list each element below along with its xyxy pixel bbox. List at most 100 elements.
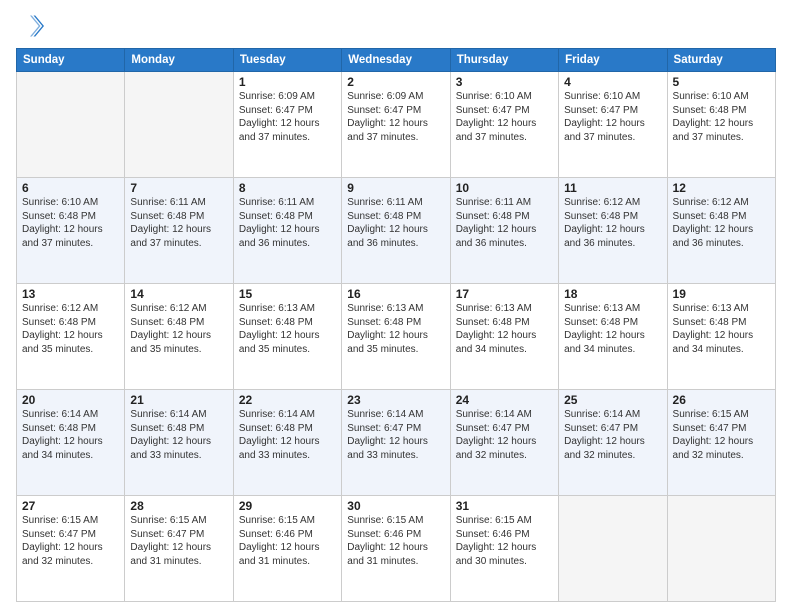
calendar-cell: 8Sunrise: 6:11 AM Sunset: 6:48 PM Daylig… — [233, 178, 341, 284]
calendar-cell: 15Sunrise: 6:13 AM Sunset: 6:48 PM Dayli… — [233, 284, 341, 390]
day-info: Sunrise: 6:10 AM Sunset: 6:47 PM Dayligh… — [456, 90, 553, 144]
calendar-cell: 11Sunrise: 6:12 AM Sunset: 6:48 PM Dayli… — [559, 178, 667, 284]
day-number: 2 — [347, 75, 444, 89]
calendar-cell: 31Sunrise: 6:15 AM Sunset: 6:46 PM Dayli… — [450, 496, 558, 602]
calendar-cell: 7Sunrise: 6:11 AM Sunset: 6:48 PM Daylig… — [125, 178, 233, 284]
calendar-cell: 10Sunrise: 6:11 AM Sunset: 6:48 PM Dayli… — [450, 178, 558, 284]
calendar-cell: 4Sunrise: 6:10 AM Sunset: 6:47 PM Daylig… — [559, 72, 667, 178]
day-info: Sunrise: 6:09 AM Sunset: 6:47 PM Dayligh… — [239, 90, 336, 144]
calendar-cell: 30Sunrise: 6:15 AM Sunset: 6:46 PM Dayli… — [342, 496, 450, 602]
weekday-header-wednesday: Wednesday — [342, 49, 450, 72]
day-info: Sunrise: 6:12 AM Sunset: 6:48 PM Dayligh… — [130, 302, 227, 356]
calendar-cell — [17, 72, 125, 178]
day-info: Sunrise: 6:14 AM Sunset: 6:47 PM Dayligh… — [564, 408, 661, 462]
day-info: Sunrise: 6:14 AM Sunset: 6:47 PM Dayligh… — [347, 408, 444, 462]
day-info: Sunrise: 6:10 AM Sunset: 6:48 PM Dayligh… — [22, 196, 119, 250]
day-number: 24 — [456, 393, 553, 407]
day-number: 19 — [673, 287, 770, 301]
day-number: 9 — [347, 181, 444, 195]
calendar-cell: 24Sunrise: 6:14 AM Sunset: 6:47 PM Dayli… — [450, 390, 558, 496]
calendar-cell: 16Sunrise: 6:13 AM Sunset: 6:48 PM Dayli… — [342, 284, 450, 390]
calendar-cell: 18Sunrise: 6:13 AM Sunset: 6:48 PM Dayli… — [559, 284, 667, 390]
calendar-cell: 17Sunrise: 6:13 AM Sunset: 6:48 PM Dayli… — [450, 284, 558, 390]
calendar-cell: 20Sunrise: 6:14 AM Sunset: 6:48 PM Dayli… — [17, 390, 125, 496]
logo — [16, 12, 48, 40]
weekday-header-friday: Friday — [559, 49, 667, 72]
day-info: Sunrise: 6:15 AM Sunset: 6:47 PM Dayligh… — [673, 408, 770, 462]
page: SundayMondayTuesdayWednesdayThursdayFrid… — [0, 0, 792, 612]
week-row-2: 6Sunrise: 6:10 AM Sunset: 6:48 PM Daylig… — [17, 178, 776, 284]
calendar-cell: 21Sunrise: 6:14 AM Sunset: 6:48 PM Dayli… — [125, 390, 233, 496]
day-number: 6 — [22, 181, 119, 195]
logo-icon — [16, 12, 44, 40]
calendar-cell: 14Sunrise: 6:12 AM Sunset: 6:48 PM Dayli… — [125, 284, 233, 390]
calendar-cell: 1Sunrise: 6:09 AM Sunset: 6:47 PM Daylig… — [233, 72, 341, 178]
header — [16, 12, 776, 40]
day-info: Sunrise: 6:11 AM Sunset: 6:48 PM Dayligh… — [456, 196, 553, 250]
day-number: 4 — [564, 75, 661, 89]
day-number: 13 — [22, 287, 119, 301]
day-info: Sunrise: 6:15 AM Sunset: 6:46 PM Dayligh… — [239, 514, 336, 568]
day-info: Sunrise: 6:13 AM Sunset: 6:48 PM Dayligh… — [347, 302, 444, 356]
day-info: Sunrise: 6:10 AM Sunset: 6:47 PM Dayligh… — [564, 90, 661, 144]
day-number: 23 — [347, 393, 444, 407]
calendar-cell: 29Sunrise: 6:15 AM Sunset: 6:46 PM Dayli… — [233, 496, 341, 602]
week-row-4: 20Sunrise: 6:14 AM Sunset: 6:48 PM Dayli… — [17, 390, 776, 496]
calendar-cell — [125, 72, 233, 178]
calendar-cell — [667, 496, 775, 602]
day-info: Sunrise: 6:13 AM Sunset: 6:48 PM Dayligh… — [564, 302, 661, 356]
calendar-cell: 28Sunrise: 6:15 AM Sunset: 6:47 PM Dayli… — [125, 496, 233, 602]
day-info: Sunrise: 6:12 AM Sunset: 6:48 PM Dayligh… — [673, 196, 770, 250]
day-info: Sunrise: 6:14 AM Sunset: 6:47 PM Dayligh… — [456, 408, 553, 462]
day-info: Sunrise: 6:10 AM Sunset: 6:48 PM Dayligh… — [673, 90, 770, 144]
day-number: 18 — [564, 287, 661, 301]
day-info: Sunrise: 6:15 AM Sunset: 6:47 PM Dayligh… — [130, 514, 227, 568]
day-info: Sunrise: 6:09 AM Sunset: 6:47 PM Dayligh… — [347, 90, 444, 144]
calendar-cell: 6Sunrise: 6:10 AM Sunset: 6:48 PM Daylig… — [17, 178, 125, 284]
day-number: 10 — [456, 181, 553, 195]
day-number: 1 — [239, 75, 336, 89]
day-info: Sunrise: 6:13 AM Sunset: 6:48 PM Dayligh… — [456, 302, 553, 356]
calendar-cell: 12Sunrise: 6:12 AM Sunset: 6:48 PM Dayli… — [667, 178, 775, 284]
day-number: 26 — [673, 393, 770, 407]
weekday-header-thursday: Thursday — [450, 49, 558, 72]
week-row-3: 13Sunrise: 6:12 AM Sunset: 6:48 PM Dayli… — [17, 284, 776, 390]
calendar-cell: 5Sunrise: 6:10 AM Sunset: 6:48 PM Daylig… — [667, 72, 775, 178]
weekday-header-tuesday: Tuesday — [233, 49, 341, 72]
calendar: SundayMondayTuesdayWednesdayThursdayFrid… — [16, 48, 776, 602]
day-number: 3 — [456, 75, 553, 89]
day-number: 29 — [239, 499, 336, 513]
weekday-header-monday: Monday — [125, 49, 233, 72]
day-info: Sunrise: 6:12 AM Sunset: 6:48 PM Dayligh… — [564, 196, 661, 250]
day-info: Sunrise: 6:14 AM Sunset: 6:48 PM Dayligh… — [239, 408, 336, 462]
day-info: Sunrise: 6:13 AM Sunset: 6:48 PM Dayligh… — [239, 302, 336, 356]
day-info: Sunrise: 6:11 AM Sunset: 6:48 PM Dayligh… — [130, 196, 227, 250]
calendar-cell — [559, 496, 667, 602]
day-number: 16 — [347, 287, 444, 301]
day-info: Sunrise: 6:11 AM Sunset: 6:48 PM Dayligh… — [239, 196, 336, 250]
calendar-cell: 13Sunrise: 6:12 AM Sunset: 6:48 PM Dayli… — [17, 284, 125, 390]
day-number: 31 — [456, 499, 553, 513]
day-number: 20 — [22, 393, 119, 407]
day-info: Sunrise: 6:14 AM Sunset: 6:48 PM Dayligh… — [130, 408, 227, 462]
day-number: 27 — [22, 499, 119, 513]
day-info: Sunrise: 6:12 AM Sunset: 6:48 PM Dayligh… — [22, 302, 119, 356]
calendar-cell: 3Sunrise: 6:10 AM Sunset: 6:47 PM Daylig… — [450, 72, 558, 178]
day-info: Sunrise: 6:15 AM Sunset: 6:47 PM Dayligh… — [22, 514, 119, 568]
calendar-cell: 27Sunrise: 6:15 AM Sunset: 6:47 PM Dayli… — [17, 496, 125, 602]
day-info: Sunrise: 6:15 AM Sunset: 6:46 PM Dayligh… — [347, 514, 444, 568]
calendar-cell: 25Sunrise: 6:14 AM Sunset: 6:47 PM Dayli… — [559, 390, 667, 496]
day-number: 5 — [673, 75, 770, 89]
day-number: 28 — [130, 499, 227, 513]
day-number: 12 — [673, 181, 770, 195]
day-info: Sunrise: 6:14 AM Sunset: 6:48 PM Dayligh… — [22, 408, 119, 462]
day-info: Sunrise: 6:15 AM Sunset: 6:46 PM Dayligh… — [456, 514, 553, 568]
day-number: 14 — [130, 287, 227, 301]
day-number: 15 — [239, 287, 336, 301]
day-number: 21 — [130, 393, 227, 407]
calendar-cell: 26Sunrise: 6:15 AM Sunset: 6:47 PM Dayli… — [667, 390, 775, 496]
weekday-header-saturday: Saturday — [667, 49, 775, 72]
day-number: 22 — [239, 393, 336, 407]
day-number: 7 — [130, 181, 227, 195]
day-info: Sunrise: 6:13 AM Sunset: 6:48 PM Dayligh… — [673, 302, 770, 356]
